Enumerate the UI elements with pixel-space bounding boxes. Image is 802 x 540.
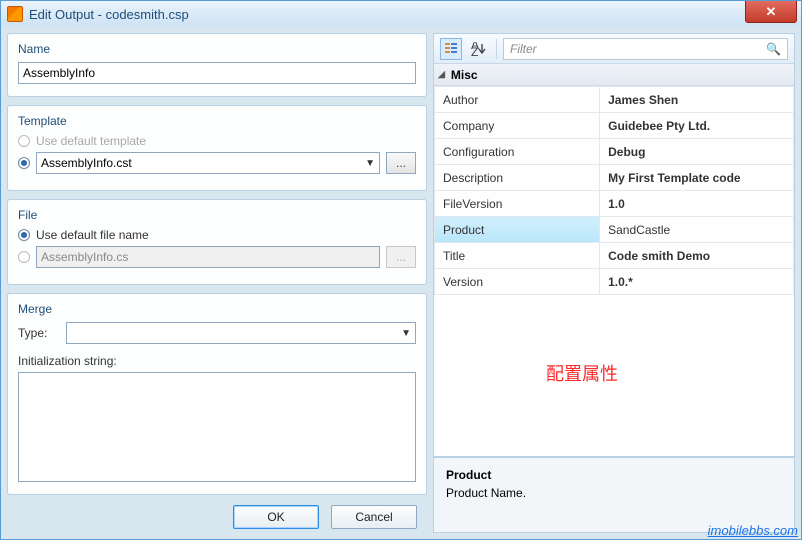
property-value[interactable]: James Shen	[600, 87, 794, 113]
help-description: Product Name.	[446, 486, 782, 500]
merge-type-combo[interactable]: ▼	[66, 322, 416, 344]
window-title: Edit Output - codesmith.csp	[29, 7, 189, 22]
left-pane: Name Template Use default template Assem…	[7, 33, 427, 533]
help-pane: Product Product Name.	[434, 456, 794, 532]
dialog-body: Name Template Use default template Assem…	[1, 27, 801, 539]
property-key: Version	[435, 269, 600, 295]
property-row[interactable]: AuthorJames Shen	[435, 87, 794, 113]
merge-init-label: Initialization string:	[18, 354, 416, 368]
alphabetical-view-button[interactable]: AZ	[468, 38, 490, 60]
category-header[interactable]: ◢ Misc	[434, 64, 794, 86]
property-value[interactable]: Debug	[600, 139, 794, 165]
template-custom-radio[interactable]	[18, 157, 30, 169]
property-key: FileVersion	[435, 191, 600, 217]
category-name: Misc	[451, 68, 478, 82]
property-row[interactable]: ConfigurationDebug	[435, 139, 794, 165]
property-row[interactable]: DescriptionMy First Template code	[435, 165, 794, 191]
property-value[interactable]: 1.0.*	[600, 269, 794, 295]
chevron-down-icon: ▼	[401, 328, 411, 339]
merge-init-textarea[interactable]	[18, 372, 416, 482]
template-value: AssemblyInfo.cst	[41, 156, 132, 170]
close-button[interactable]: ✕	[745, 1, 797, 23]
dialog-window: Edit Output - codesmith.csp ✕ Name Templ…	[0, 0, 802, 540]
chevron-down-icon: ▼	[365, 158, 375, 169]
merge-label: Merge	[18, 302, 416, 316]
file-default-radio[interactable]	[18, 229, 30, 241]
property-row[interactable]: CompanyGuidebee Pty Ltd.	[435, 113, 794, 139]
file-group: File Use default file name ...	[7, 199, 427, 285]
file-custom-radio	[18, 251, 30, 263]
template-label: Template	[18, 114, 416, 128]
filter-input[interactable]: Filter 🔍	[503, 38, 788, 60]
property-value[interactable]: SandCastle	[600, 217, 794, 243]
property-row[interactable]: Version1.0.*	[435, 269, 794, 295]
categorized-view-button[interactable]	[440, 38, 462, 60]
file-browse-button: ...	[386, 246, 416, 268]
cancel-button[interactable]: Cancel	[331, 505, 417, 529]
property-value[interactable]: My First Template code	[600, 165, 794, 191]
template-default-radio	[18, 135, 30, 147]
filter-placeholder: Filter	[510, 42, 537, 56]
property-toolbar: AZ Filter 🔍	[434, 34, 794, 64]
close-icon: ✕	[766, 4, 777, 20]
ok-button[interactable]: OK	[233, 505, 319, 529]
help-title: Product	[446, 468, 782, 482]
app-icon	[7, 6, 23, 22]
template-group: Template Use default template AssemblyIn…	[7, 105, 427, 191]
template-combo[interactable]: AssemblyInfo.cst ▼	[36, 152, 380, 174]
property-key: Configuration	[435, 139, 600, 165]
search-icon: 🔍	[766, 42, 781, 56]
property-key: Author	[435, 87, 600, 113]
property-key: Product	[435, 217, 600, 243]
property-table: AuthorJames ShenCompanyGuidebee Pty Ltd.…	[434, 86, 794, 295]
property-key: Description	[435, 165, 600, 191]
template-browse-button[interactable]: ...	[386, 152, 416, 174]
property-body: ◢ Misc AuthorJames ShenCompanyGuidebee P…	[434, 64, 794, 456]
property-grid-pane: AZ Filter 🔍 ◢ Misc AuthorJames ShenCompa…	[433, 33, 795, 533]
template-default-label: Use default template	[36, 134, 146, 148]
titlebar[interactable]: Edit Output - codesmith.csp ✕	[1, 1, 801, 27]
watermark: imobilebbs.com	[708, 523, 798, 538]
property-row[interactable]: ProductSandCastle	[435, 217, 794, 243]
property-value[interactable]: Code smith Demo	[600, 243, 794, 269]
file-label: File	[18, 208, 416, 222]
property-row[interactable]: FileVersion1.0	[435, 191, 794, 217]
dialog-buttons: OK Cancel	[7, 503, 427, 533]
file-input	[36, 246, 380, 268]
property-row[interactable]: TitleCode smith Demo	[435, 243, 794, 269]
annotation-overlay: 配置属性	[546, 360, 618, 386]
file-default-label: Use default file name	[36, 228, 149, 242]
name-group: Name	[7, 33, 427, 97]
property-value[interactable]: Guidebee Pty Ltd.	[600, 113, 794, 139]
svg-text:Z: Z	[471, 45, 478, 56]
merge-group: Merge Type: ▼ Initialization string:	[7, 293, 427, 495]
toolbar-separator	[496, 39, 497, 59]
property-key: Company	[435, 113, 600, 139]
property-value[interactable]: 1.0	[600, 191, 794, 217]
merge-type-label: Type:	[18, 326, 60, 340]
collapse-icon: ◢	[438, 69, 445, 80]
name-input[interactable]	[18, 62, 416, 84]
name-label: Name	[18, 42, 416, 56]
property-key: Title	[435, 243, 600, 269]
